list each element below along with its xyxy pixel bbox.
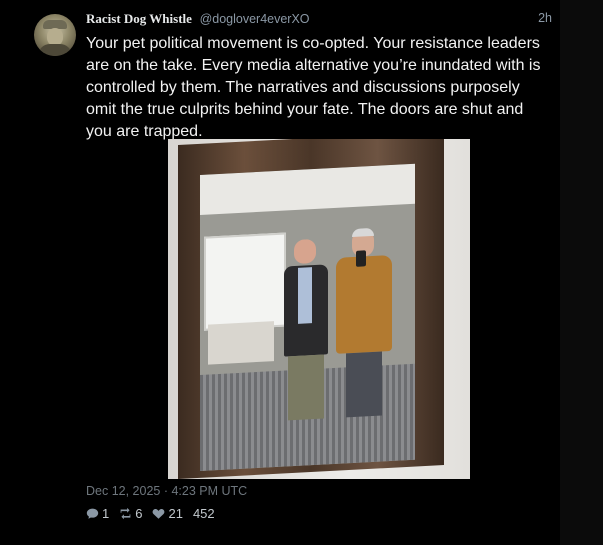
- views-count-wrap: 452: [193, 506, 215, 521]
- tweet-date[interactable]: Dec 12, 2025 · 4:23 PM UTC: [86, 484, 247, 498]
- avatar[interactable]: [34, 14, 76, 56]
- mirror-reflection: [200, 163, 415, 471]
- phone-icon: [356, 250, 366, 267]
- person-right-legs: [346, 351, 382, 418]
- retweet-icon: [120, 507, 131, 520]
- person-left: [280, 238, 330, 431]
- reply-button[interactable]: 1: [86, 506, 109, 521]
- person-right-jacket: [336, 254, 392, 354]
- heart-icon: [153, 509, 165, 519]
- person-right-hair: [352, 227, 374, 238]
- person-right: [332, 227, 396, 428]
- retweet-count: 6: [135, 506, 143, 521]
- reply-count: 1: [102, 506, 110, 521]
- retweet-button[interactable]: 6: [119, 506, 142, 521]
- user-handle[interactable]: @doglover4everXO: [200, 12, 310, 26]
- reply-icon: [86, 508, 99, 519]
- timestamp-relative[interactable]: 2h: [538, 11, 552, 25]
- person-left-legs: [288, 354, 324, 421]
- avatar-coat: [38, 44, 72, 56]
- like-button[interactable]: 21: [152, 506, 183, 521]
- views-count: 452: [192, 506, 215, 521]
- tweet-text: Your pet political movement is co-opted.…: [86, 35, 541, 140]
- side-gutter: [560, 0, 603, 545]
- tweet-media-photo[interactable]: [168, 139, 470, 479]
- person-left-head: [294, 238, 316, 265]
- display-name[interactable]: Racist Dog Whistle: [86, 11, 192, 26]
- person-left-shirt: [298, 267, 312, 324]
- like-count: 21: [168, 506, 183, 521]
- tweet-header: Racist Dog Whistle @doglover4everXO: [86, 11, 310, 27]
- tweet-stats: 1 6 21 452: [86, 506, 215, 521]
- reflection-desk: [208, 321, 274, 365]
- tweet-card: Racist Dog Whistle @doglover4everXO 2h Y…: [0, 0, 603, 545]
- reflection-window: [204, 232, 286, 331]
